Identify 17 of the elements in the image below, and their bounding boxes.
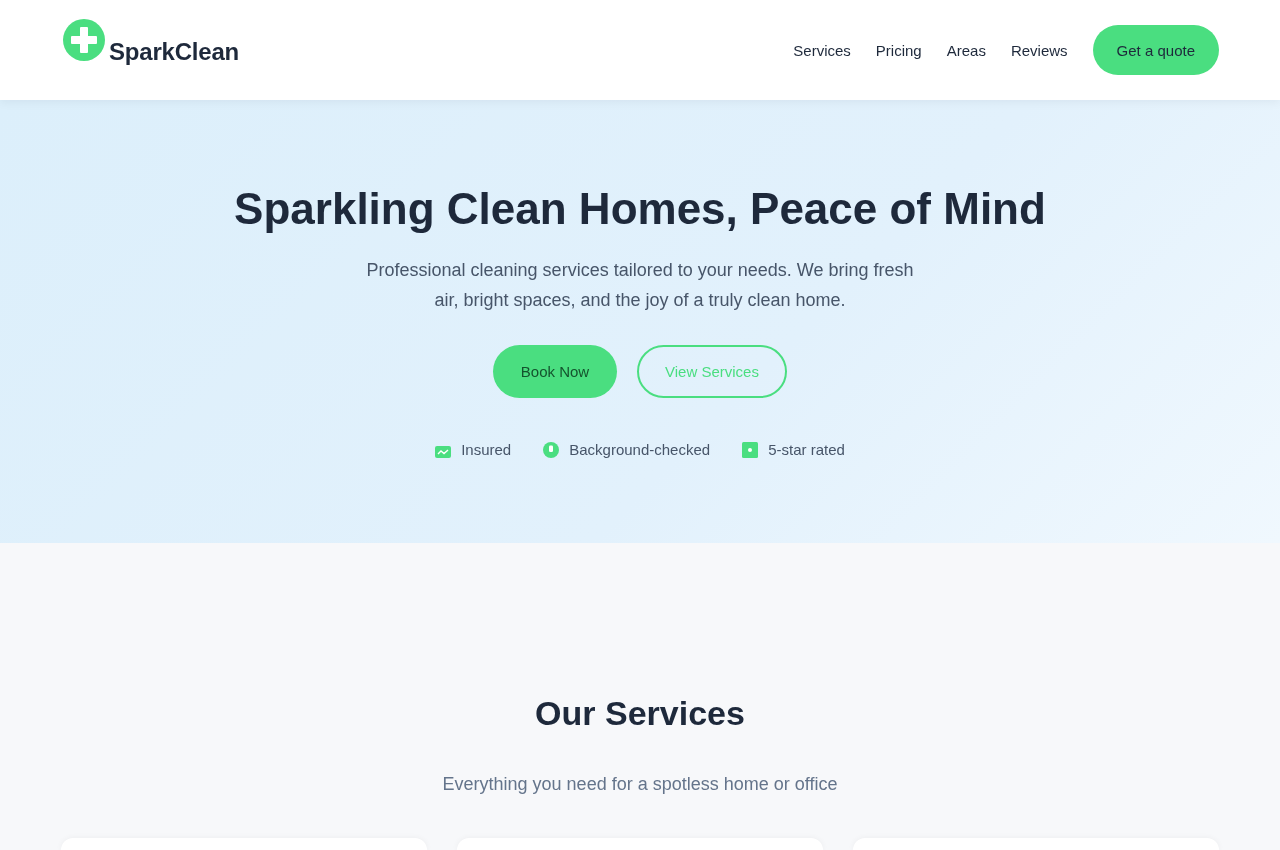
zigzag-tile-icon: [435, 445, 452, 458]
logo-link[interactable]: SparkClean: [63, 19, 240, 66]
hero-heading: Sparkling Clean Homes, Peace of Mind: [234, 183, 1046, 235]
trust-label: Insured: [461, 441, 512, 458]
circle-bar-icon: [543, 441, 560, 458]
trust-label: Background-checked: [569, 441, 711, 458]
plus-circle-icon: [63, 19, 105, 61]
nav-link[interactable]: Reviews: [1010, 41, 1068, 59]
nav-link[interactable]: Pricing: [875, 41, 922, 59]
trust-label: 5-star rated: [768, 441, 845, 458]
nav-link[interactable]: Areas: [946, 41, 986, 59]
quote-button[interactable]: Get a quote: [1092, 25, 1219, 75]
book-button[interactable]: Book Now: [493, 345, 617, 398]
hero-description: Professional cleaning services tailored to your needs. We bring fresh air, bright spaces, and the joy of a truly clean home.: [365, 259, 915, 312]
nav-link[interactable]: Services: [793, 41, 851, 59]
section-heading: Our Services: [535, 693, 745, 734]
section-description: Everything you need for a spotless home or office: [442, 773, 838, 796]
